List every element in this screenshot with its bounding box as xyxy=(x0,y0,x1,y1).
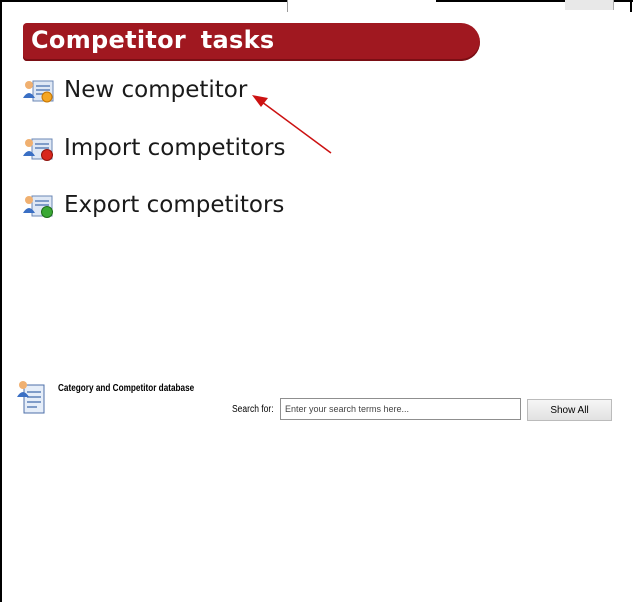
frame-divider xyxy=(287,0,288,12)
export-competitors-icon xyxy=(22,191,56,219)
competitor-tasks-title: Competitor tasks xyxy=(31,26,275,54)
search-label: Search for: xyxy=(232,404,274,415)
new-competitor-icon xyxy=(22,76,56,104)
import-competitors-label: Import competitors xyxy=(64,135,286,161)
top-scroll-stub xyxy=(565,0,614,10)
import-competitors-link[interactable]: Import competitors xyxy=(22,134,285,162)
database-title: Category and Competitor database xyxy=(58,383,195,394)
frame-top-border xyxy=(0,0,288,2)
import-competitors-icon xyxy=(22,134,56,162)
show-all-button[interactable]: Show All xyxy=(527,399,612,421)
frame-right-border xyxy=(630,0,632,12)
new-competitor-link[interactable]: New competitor xyxy=(22,76,247,104)
export-competitors-link[interactable]: Export competitors xyxy=(22,191,284,219)
competitor-tasks-header: Competitor tasks xyxy=(23,23,480,61)
export-competitors-label: Export competitors xyxy=(64,192,285,218)
search-input[interactable] xyxy=(280,398,521,420)
database-document-icon xyxy=(16,377,46,415)
frame-left-border xyxy=(0,0,2,602)
new-competitor-label: New competitor xyxy=(64,77,248,103)
